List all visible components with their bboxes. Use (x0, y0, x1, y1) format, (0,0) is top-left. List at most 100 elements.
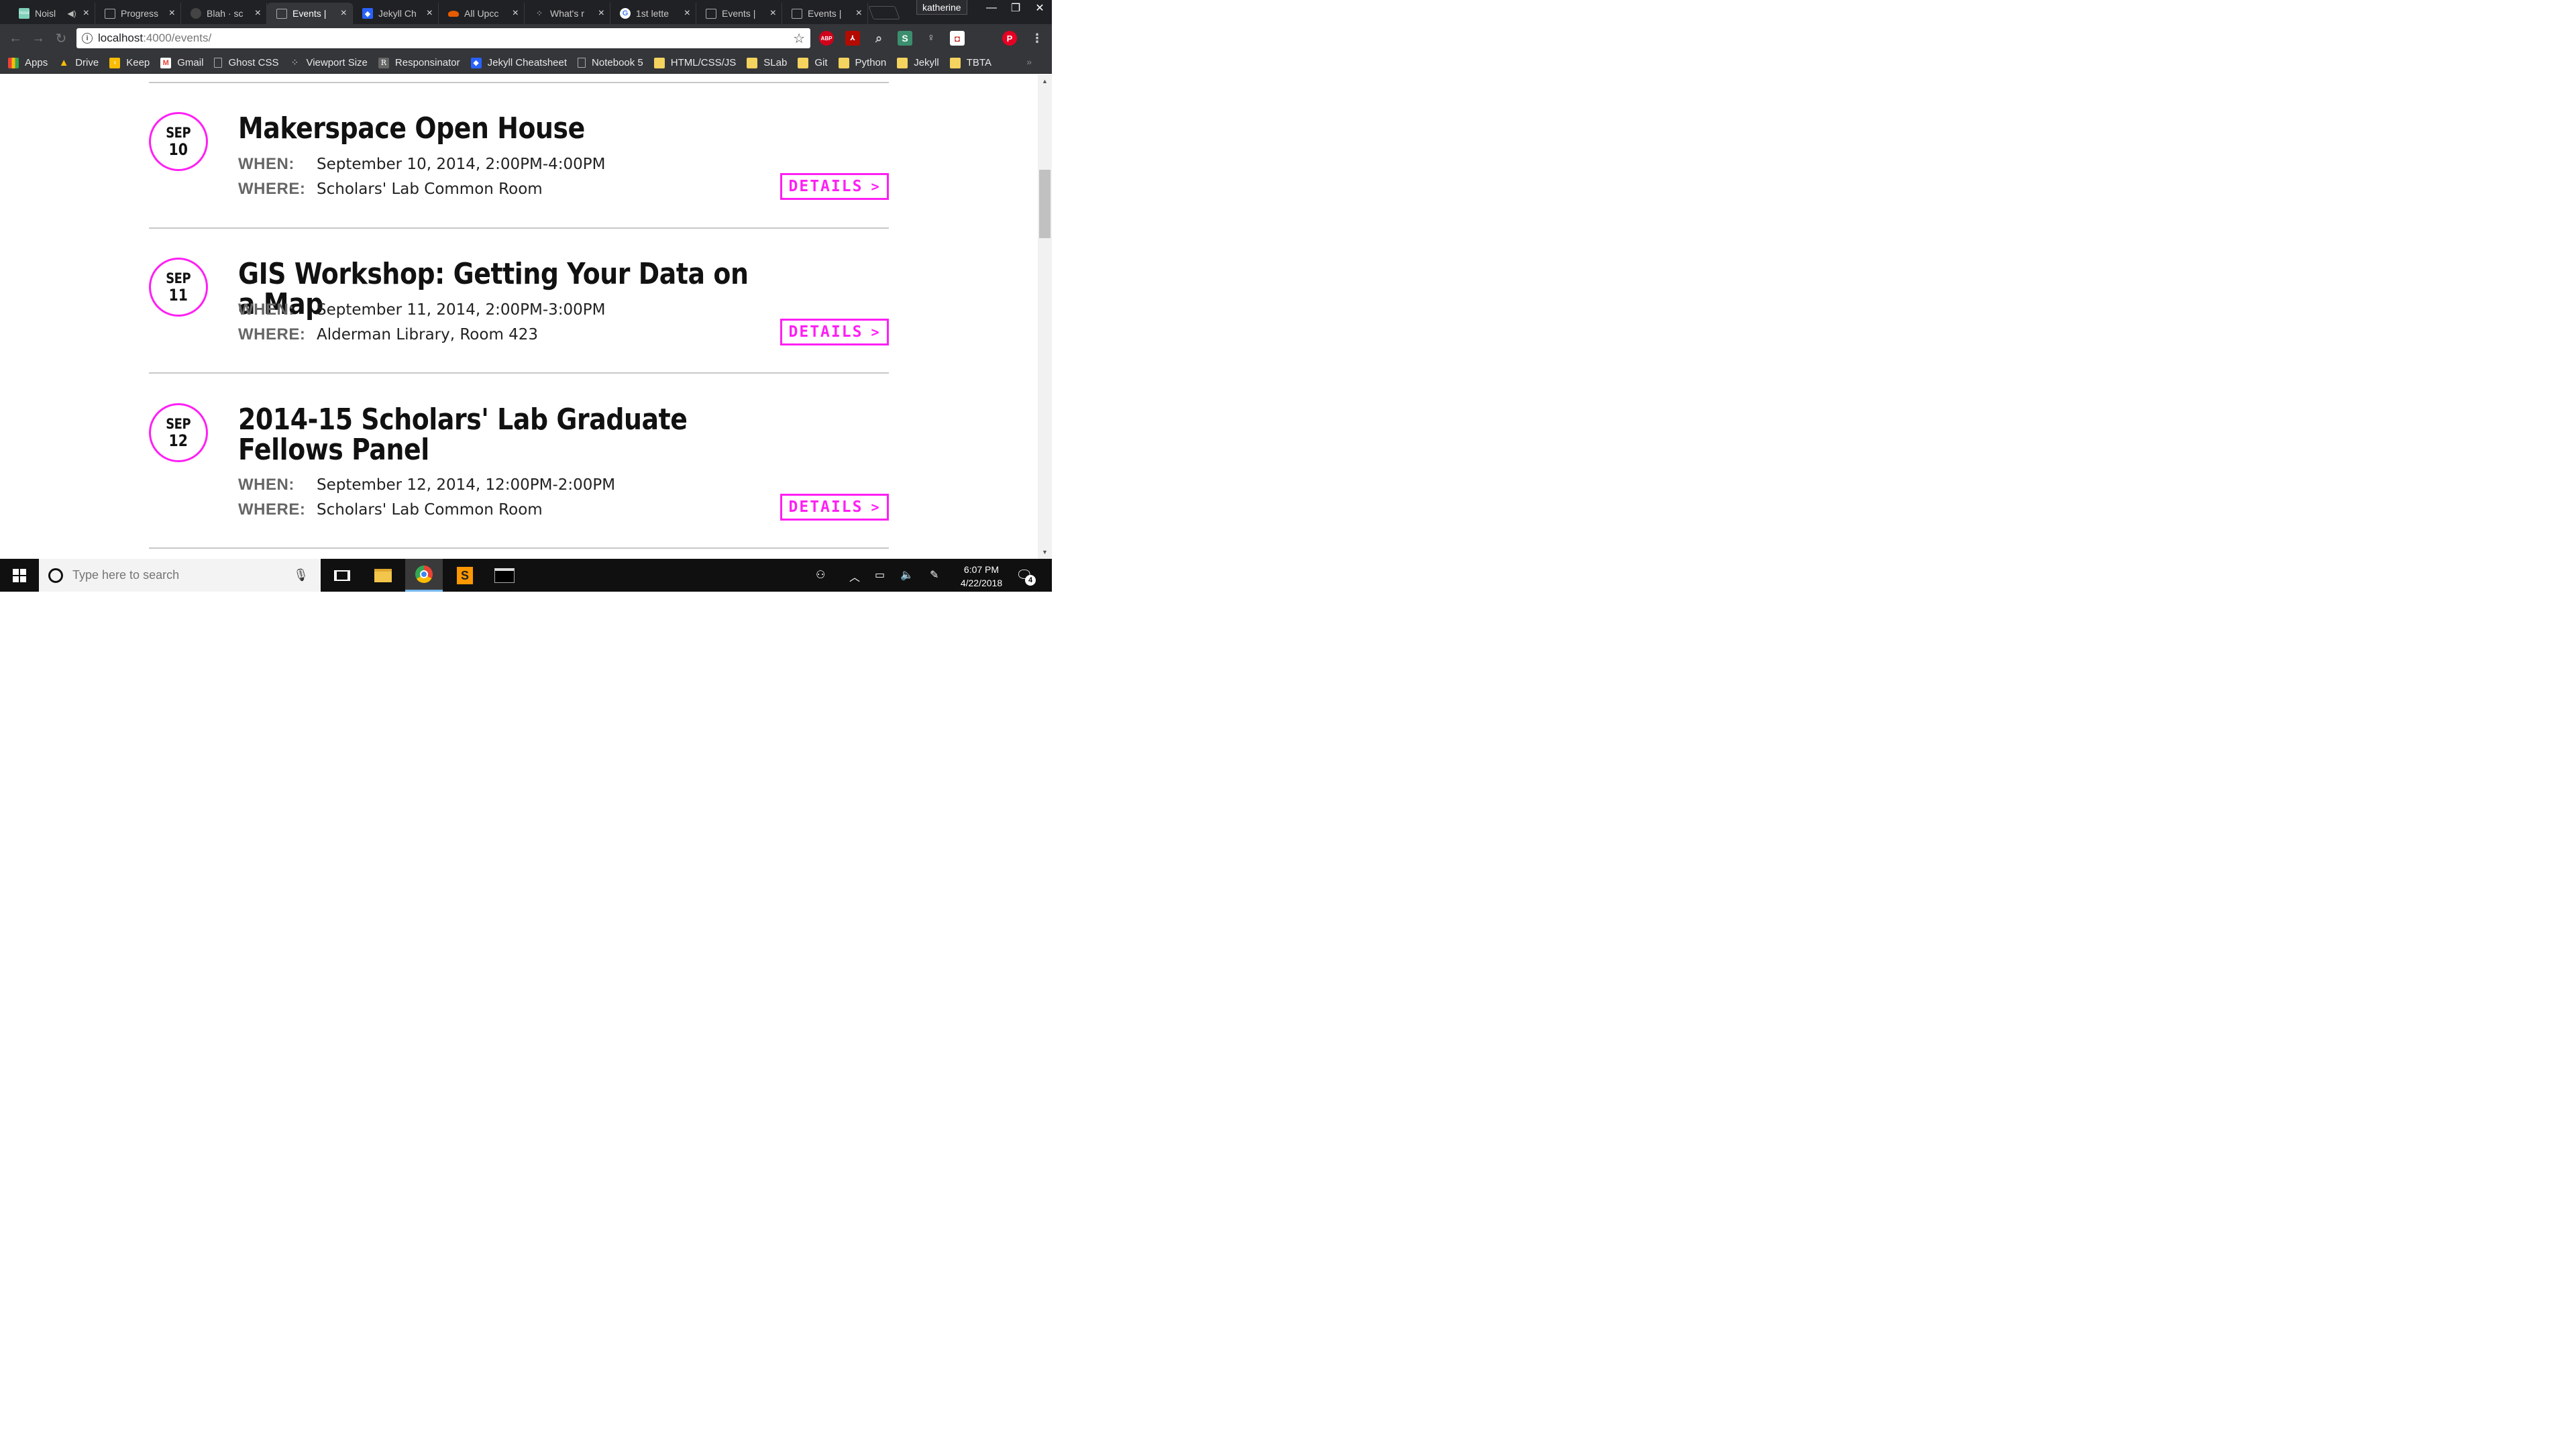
tab-events-active[interactable]: Events | × (267, 3, 353, 24)
scroll-up-icon[interactable]: ▲ (1038, 76, 1052, 87)
minimize-icon[interactable]: — (979, 0, 1004, 16)
system-clock[interactable]: 6:07 PM 4/22/2018 (951, 563, 1012, 590)
pinterest-icon[interactable]: P (1002, 31, 1017, 46)
tab-events-2[interactable]: Events | × (696, 3, 782, 24)
start-button[interactable] (0, 559, 39, 592)
bookmark-folder-tbta[interactable]: TBTA (949, 57, 991, 68)
close-window-icon[interactable]: ✕ (1028, 0, 1052, 16)
tab-title: Progress (121, 8, 159, 19)
close-icon[interactable]: × (598, 7, 604, 19)
bookmark-viewport-size[interactable]: ⁘ Viewport Size (289, 57, 368, 68)
dots-icon: ⁘ (535, 9, 543, 18)
acrobat-icon[interactable]: ⅄ (845, 31, 860, 46)
restore-icon[interactable]: ❐ (1004, 0, 1028, 16)
page-icon (792, 8, 802, 19)
show-hidden-icons-icon[interactable]: ︿ (849, 568, 860, 584)
bookmark-gmail[interactable]: M Gmail (160, 57, 203, 68)
tab-google[interactable]: G 1st lette × (610, 3, 696, 24)
site-info-icon[interactable]: i (82, 33, 93, 44)
tab-all-upcoming[interactable]: All Upcc × (439, 3, 525, 24)
people-icon[interactable]: ⚇ (816, 568, 825, 582)
event-title[interactable]: Makerspace Open House (238, 113, 757, 144)
bookmark-apps[interactable]: Apps (8, 57, 48, 68)
bookmark-ghost-css[interactable]: Ghost CSS (214, 57, 278, 68)
bookmark-keep[interactable]: ♀ Keep (109, 57, 150, 68)
sublime-text-icon[interactable]: S (446, 559, 484, 592)
profile-button[interactable]: katherine (916, 0, 967, 15)
taskbar-search-input[interactable] (72, 568, 287, 582)
details-button[interactable]: DETAILS > (780, 494, 889, 521)
bookmark-jekyll-cheatsheet[interactable]: ◆ Jekyll Cheatsheet (470, 57, 567, 68)
tab-progress[interactable]: Progress × (95, 3, 181, 24)
close-icon[interactable]: × (770, 7, 776, 19)
tab-blah[interactable]: Blah · sc × (181, 3, 267, 24)
tab-title: Blah · sc (207, 8, 244, 19)
bookmark-label: Jekyll (914, 57, 939, 68)
jekyll-icon: ◆ (362, 8, 373, 19)
close-icon[interactable]: × (684, 7, 690, 19)
new-tab-button[interactable] (868, 6, 900, 19)
speaker-icon[interactable]: ◀) (67, 9, 76, 18)
bookmark-drive[interactable]: ▲ Drive (58, 57, 99, 68)
details-button[interactable]: DETAILS > (780, 173, 889, 200)
close-icon[interactable]: × (255, 7, 261, 19)
tab-jekyll[interactable]: ◆ Jekyll Ch × (353, 3, 439, 24)
microphone-icon[interactable]: 🎙 (293, 568, 309, 582)
bookmark-folder-slab[interactable]: SLab (747, 57, 787, 68)
tab-events-3[interactable]: Events | × (782, 3, 868, 24)
task-view-icon[interactable] (323, 559, 361, 592)
folder-icon (798, 57, 809, 68)
menu-icon[interactable]: ⋮ (1030, 31, 1044, 46)
where-label: WHERE: (238, 180, 306, 198)
close-icon[interactable]: × (427, 7, 433, 19)
taskbar-search[interactable]: 🎙 (39, 559, 321, 592)
s-extension-icon[interactable]: S (898, 31, 912, 46)
responsinator-icon: R (378, 57, 389, 68)
notification-count-badge: 4 (1025, 575, 1036, 586)
bookmark-star-icon[interactable]: ☆ (793, 30, 805, 47)
close-icon[interactable]: × (341, 7, 347, 19)
action-center-icon[interactable]: 🗨 4 (1016, 567, 1036, 586)
when-label: WHEN: (238, 155, 294, 173)
event-day: 12 (168, 431, 189, 450)
google-icon: G (620, 8, 631, 19)
battery-icon[interactable]: ▭ (875, 568, 885, 582)
bookmark-responsinator[interactable]: R Responsinator (378, 57, 460, 68)
bookmark-notebook-5[interactable]: Notebook 5 (578, 57, 643, 68)
mcafee-icon[interactable]: ◘ (950, 31, 965, 46)
file-explorer-icon[interactable] (364, 559, 402, 592)
tab-noisli[interactable]: Noisli Noisl ◀) × (9, 3, 95, 24)
reload-icon[interactable]: ↻ (52, 30, 70, 47)
close-icon[interactable]: × (513, 7, 519, 19)
tab-whats[interactable]: ⁘ What's r × (525, 3, 610, 24)
bookmark-label: Viewport Size (306, 57, 368, 68)
adblock-plus-icon[interactable]: ABP (819, 31, 834, 46)
search-lens-icon[interactable]: ⌕ (871, 31, 886, 46)
bookmark-folder-git[interactable]: Git (798, 57, 828, 68)
lightbulb-icon[interactable]: ♀ (924, 31, 938, 46)
terminal-icon[interactable] (486, 559, 523, 592)
bookmark-label: Python (855, 57, 887, 68)
chrome-taskbar-icon[interactable] (405, 559, 443, 592)
close-icon[interactable]: × (83, 7, 89, 19)
close-icon[interactable]: × (856, 7, 862, 19)
more-bookmarks-icon[interactable]: » (1026, 56, 1032, 67)
divider (149, 372, 889, 374)
forward-icon[interactable]: → (30, 30, 47, 47)
scroll-down-icon[interactable]: ▼ (1038, 547, 1052, 557)
cortana-icon (48, 568, 63, 583)
bookmark-folder-jekyll[interactable]: Jekyll (897, 57, 939, 68)
pen-icon[interactable]: ✎ (930, 568, 938, 582)
back-icon[interactable]: ← (7, 30, 24, 47)
event-title[interactable]: 2014-15 Scholars' Lab Graduate Fellows P… (238, 405, 711, 465)
bookmark-folder-html-css-js[interactable]: HTML/CSS/JS (653, 57, 736, 68)
details-label: DETAILS (788, 323, 863, 341)
page-scrollbar[interactable]: ▲ ▼ (1038, 74, 1052, 559)
address-bar[interactable]: i localhost:4000/events/ ☆ (76, 28, 810, 48)
details-button[interactable]: DETAILS > (780, 319, 889, 345)
bookmark-folder-python[interactable]: Python (838, 57, 887, 68)
folder-icon (747, 57, 758, 68)
close-icon[interactable]: × (169, 7, 175, 19)
scrollbar-thumb[interactable] (1039, 170, 1051, 238)
volume-icon[interactable]: 🔈 (900, 568, 914, 582)
